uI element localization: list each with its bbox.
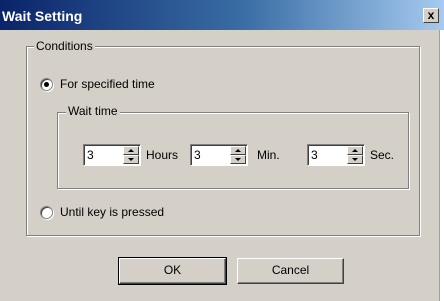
- seconds-spinbox[interactable]: [307, 144, 365, 166]
- conditions-label: Conditions: [34, 39, 95, 53]
- for-specified-time-label[interactable]: For specified time: [60, 77, 155, 91]
- minutes-input[interactable]: [194, 147, 216, 163]
- hours-decrease-button[interactable]: [123, 155, 139, 164]
- until-key-pressed-label[interactable]: Until key is pressed: [60, 205, 164, 219]
- arrow-up-icon: [128, 149, 134, 152]
- hours-unit-label: Hours: [146, 148, 179, 162]
- seconds-unit-label: Sec.: [370, 148, 395, 162]
- arrow-down-icon: [128, 158, 134, 161]
- close-button[interactable]: x: [423, 8, 439, 23]
- close-icon: x: [427, 8, 435, 22]
- hours-increase-button[interactable]: [123, 146, 139, 155]
- arrow-up-icon: [352, 149, 358, 152]
- title-bar[interactable]: Wait Setting x: [0, 0, 444, 30]
- wait-time-label: Wait time: [66, 104, 120, 118]
- radio-for-specified-time[interactable]: [40, 78, 53, 91]
- minutes-spin-buttons: [230, 146, 246, 164]
- ok-button[interactable]: OK: [118, 257, 227, 285]
- cancel-button[interactable]: Cancel: [237, 258, 344, 284]
- wait-setting-dialog: Wait Setting x Conditions For specified …: [0, 0, 444, 301]
- seconds-decrease-button[interactable]: [347, 155, 363, 164]
- arrow-up-icon: [235, 149, 241, 152]
- minutes-spinbox[interactable]: [190, 144, 248, 166]
- radio-selected-dot: [44, 82, 49, 87]
- window-title: Wait Setting: [2, 8, 83, 24]
- seconds-spin-buttons: [347, 146, 363, 164]
- arrow-down-icon: [352, 158, 358, 161]
- hours-spinbox[interactable]: [83, 144, 141, 166]
- minutes-unit-label: Min.: [257, 148, 280, 162]
- minutes-decrease-button[interactable]: [230, 155, 246, 164]
- hours-input[interactable]: [87, 147, 109, 163]
- arrow-down-icon: [235, 158, 241, 161]
- hours-spin-buttons: [123, 146, 139, 164]
- seconds-increase-button[interactable]: [347, 146, 363, 155]
- window-frame-edge: [439, 30, 444, 301]
- radio-until-key-pressed[interactable]: [40, 206, 53, 219]
- minutes-increase-button[interactable]: [230, 146, 246, 155]
- seconds-input[interactable]: [311, 147, 333, 163]
